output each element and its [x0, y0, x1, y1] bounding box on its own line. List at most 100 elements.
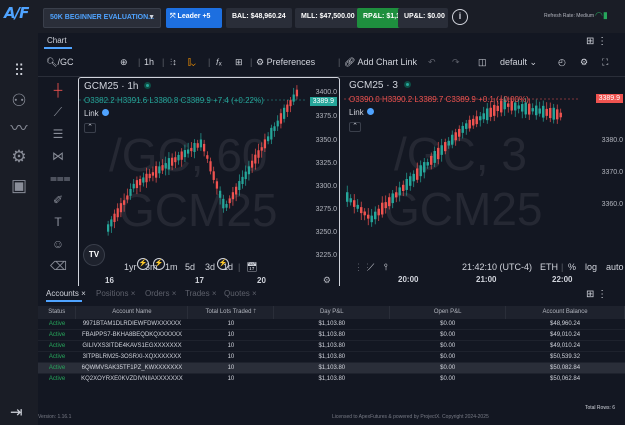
- fib-icon[interactable]: ☰: [50, 127, 66, 141]
- calendar-icon[interactable]: 📅︎: [246, 262, 257, 273]
- account-select[interactable]: 50K BEGINNER EVALUATION... ▼: [43, 8, 161, 28]
- tab-trades[interactable]: Trades ×: [185, 289, 217, 298]
- close-icon[interactable]: ×: [172, 289, 177, 298]
- table-row[interactable]: Active 6QWMVSAK35TF1PZ_KWXXXXXXX 10 $1,103.…: [38, 361, 625, 373]
- undo-icon[interactable]: ↶: [428, 57, 436, 68]
- col-open-pnl[interactable]: Open P&L: [389, 306, 507, 318]
- table-row[interactable]: Active GILIVXS3ITDE4KAVS1EGXXXXXXX 10 $1,10…: [38, 339, 625, 351]
- table-row[interactable]: Active KQ2XOYRXE0KVZDIVNIIAXXXXXXX 10 $1,10…: [38, 372, 625, 384]
- settings-icon[interactable]: ⚙: [580, 57, 588, 68]
- pattern-icon[interactable]: ⋈: [50, 149, 66, 163]
- trendline-icon[interactable]: ⟋: [50, 105, 66, 120]
- col-status[interactable]: Status: [38, 306, 77, 318]
- table-cell: Active: [38, 372, 76, 384]
- table-row[interactable]: Active FBAIPPS7-BKHA8BEQDKQXXXXXX 10 $1,103…: [38, 328, 625, 340]
- emoji-icon[interactable]: ☺: [50, 237, 66, 251]
- scroll-icon[interactable]: ⫯: [384, 262, 388, 273]
- col-day-pnl[interactable]: Day P&L: [273, 306, 391, 318]
- candle: [353, 200, 356, 207]
- tab-quotes[interactable]: Quotes ×: [224, 289, 257, 298]
- close-icon[interactable]: ×: [131, 289, 136, 298]
- table-cell: $1,103.80: [273, 339, 390, 351]
- close-icon[interactable]: ×: [212, 289, 217, 298]
- text-icon[interactable]: T: [50, 215, 66, 229]
- trend-icon[interactable]: 〰: [8, 118, 30, 140]
- compare-add-icon[interactable]: ⊕: [120, 57, 128, 68]
- help-icon[interactable]: ▣: [8, 175, 30, 197]
- add-chart-link-button[interactable]: 🔗︎ Add Chart Link: [344, 57, 417, 68]
- divider: |: [238, 262, 241, 272]
- indicators-fx-icon[interactable]: 𝑓ₓ: [216, 57, 222, 68]
- percent-scale-button[interactable]: %: [568, 262, 576, 272]
- logout-icon[interactable]: ⇥: [10, 403, 23, 421]
- pane-title: GCM25 · 3: [349, 80, 411, 91]
- auto-scale-button[interactable]: auto: [606, 262, 624, 272]
- settings-gear-icon[interactable]: ⚙: [8, 146, 30, 168]
- candle: [164, 163, 167, 169]
- col-account-name[interactable]: Account Name: [75, 306, 189, 318]
- accounts-panel: Accounts × Positions × Orders × Trades ×…: [38, 286, 625, 414]
- candle: [479, 116, 482, 121]
- info-icon[interactable]: i: [452, 9, 468, 25]
- col-total-lots[interactable]: Total Lots Traded 🡑: [187, 306, 275, 318]
- redo-icon[interactable]: ↷: [452, 57, 460, 68]
- collapse-legend-icon[interactable]: ⌃: [349, 122, 361, 132]
- panel-add-icon[interactable]: ⊞ ⋮: [586, 289, 607, 300]
- candle: [244, 171, 247, 180]
- brush-icon[interactable]: ✐: [50, 193, 66, 207]
- crosshair-icon[interactable]: ┼: [50, 83, 66, 97]
- refresh-rate: Refresh Rate: Medium: [544, 13, 595, 19]
- close-icon[interactable]: ×: [81, 289, 86, 298]
- link-indicator[interactable]: Link: [84, 109, 109, 118]
- tab-quotes-label: Quotes: [224, 289, 250, 298]
- table-cell: $50,082.84: [505, 361, 625, 373]
- candle: [222, 198, 225, 209]
- symbol-search[interactable]: 🔍︎/GC: [46, 57, 73, 68]
- range-3d[interactable]: 3d: [205, 262, 215, 272]
- table-row[interactable]: Active 3ITPBLRM25-3OSRXI-XQXXXXXXX 10 $1,10…: [38, 350, 625, 362]
- collapse-legend-icon[interactable]: ⌃: [84, 123, 96, 133]
- tab-accounts[interactable]: Accounts ×: [46, 289, 86, 298]
- line-tool-icon[interactable]: ⟋: [368, 262, 374, 273]
- candle: [409, 176, 412, 186]
- range-1d[interactable]: 1d: [223, 262, 233, 272]
- candle: [113, 213, 116, 222]
- link-indicator[interactable]: Link: [349, 108, 374, 117]
- account-select-label: 50K BEGINNER EVALUATION...: [50, 14, 154, 21]
- log-scale-button[interactable]: log: [585, 262, 597, 272]
- interval-button[interactable]: 1h: [144, 57, 154, 67]
- candle-series-3m: [346, 95, 562, 227]
- col-account-balance[interactable]: Account Balance: [505, 306, 625, 318]
- candle: [260, 147, 263, 151]
- panel-add-icon[interactable]: ⊞ ⋮: [586, 36, 607, 47]
- tab-orders[interactable]: Orders ×: [145, 289, 176, 298]
- range-5d[interactable]: 5d: [185, 262, 195, 272]
- candle: [444, 142, 447, 152]
- close-icon[interactable]: ×: [252, 289, 257, 298]
- range-1yr[interactable]: 1yr: [124, 262, 137, 272]
- leader-button[interactable]: ⤧ Leader +5: [166, 8, 222, 28]
- users-icon[interactable]: ⚇: [8, 90, 30, 112]
- price-axis-label: 3380.0: [601, 137, 623, 144]
- fullscreen-icon[interactable]: ⛶: [602, 57, 608, 68]
- templates-grid-icon[interactable]: ⊞: [235, 57, 243, 68]
- candle: [426, 162, 429, 166]
- close-value: C3389.9: [445, 95, 476, 104]
- low-value: L3380.8: [149, 96, 179, 105]
- measure-icon[interactable]: ⩶: [50, 171, 71, 186]
- layout-select[interactable]: default ⌄: [500, 57, 537, 68]
- bar-style-icon[interactable]: ⫶↕: [170, 57, 177, 68]
- candle-style-icon[interactable]: ⫿⌄: [188, 57, 196, 68]
- session-button[interactable]: ETH: [540, 262, 558, 272]
- link-label: Link: [349, 108, 364, 117]
- preferences-button[interactable]: ⚙ Preferences: [256, 57, 315, 68]
- range-3m[interactable]: 3m: [145, 262, 158, 272]
- chart-candles-icon[interactable]: ⫶⫶: [8, 60, 30, 82]
- snapshot-icon[interactable]: ◴: [558, 57, 566, 68]
- layout-icon[interactable]: ◫: [478, 57, 487, 68]
- table-row[interactable]: Active 9971BTAM1DLRDIEWFDWXXXXXX 10 $1,103.…: [38, 317, 625, 329]
- tab-chart[interactable]: Chart: [47, 36, 67, 45]
- range-1m[interactable]: 1m: [165, 262, 178, 272]
- eraser-icon[interactable]: ⌫: [50, 259, 67, 273]
- tab-positions[interactable]: Positions ×: [96, 289, 135, 298]
